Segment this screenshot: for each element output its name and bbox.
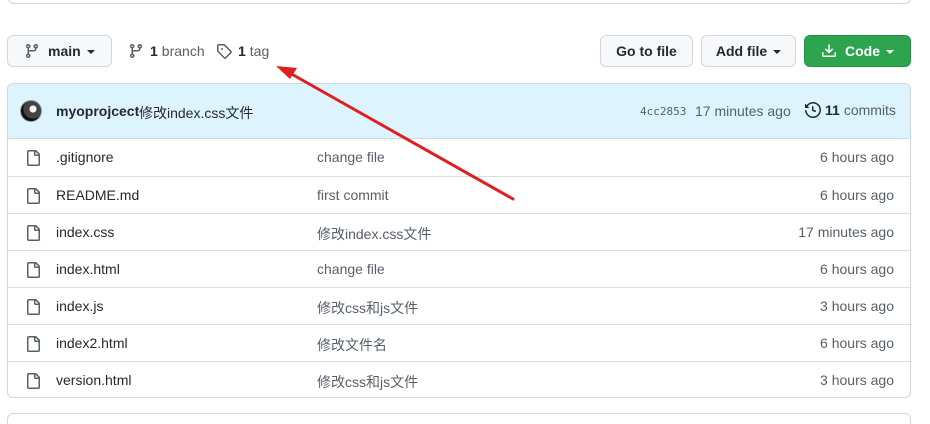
- file-icon: [25, 225, 41, 246]
- branch-select-button[interactable]: main: [7, 35, 112, 67]
- download-icon: [822, 44, 836, 57]
- file-icon: [25, 299, 41, 320]
- file-icon: [25, 373, 41, 394]
- file-commit-message[interactable]: 修改文件名: [317, 335, 387, 355]
- go-to-file-button[interactable]: Go to file: [600, 35, 693, 67]
- file-list: .gitignore change file 6 hours ago README.m…: [8, 139, 910, 397]
- git-branch-icon: [25, 44, 38, 59]
- file-name[interactable]: index.js: [56, 298, 103, 314]
- commit-author[interactable]: myoprojcect: [56, 103, 139, 119]
- file-icon: [25, 262, 41, 283]
- file-commit-message[interactable]: first commit: [317, 187, 389, 203]
- git-branch-icon: [129, 44, 142, 59]
- commit-sha[interactable]: 4cc2853: [640, 105, 686, 118]
- tag-icon: [217, 44, 232, 59]
- file-commit-message[interactable]: change file: [317, 149, 385, 165]
- file-browser: myoprojcect 修改index.css文件 4cc2853 17 min…: [7, 83, 911, 398]
- file-commit-message[interactable]: change file: [317, 261, 385, 277]
- commits-label: commits: [843, 102, 896, 118]
- file-row[interactable]: index2.html 修改文件名 6 hours ago: [8, 324, 910, 361]
- chevron-down-icon: [886, 50, 894, 54]
- code-label: Code: [845, 43, 880, 59]
- file-name[interactable]: .gitignore: [56, 149, 114, 165]
- commit-time: 17 minutes ago: [695, 103, 791, 119]
- tags-count: 1: [238, 43, 246, 59]
- chevron-down-icon: [86, 50, 95, 54]
- commits-count: 11: [825, 102, 840, 118]
- previous-panel-edge: [8, 0, 911, 4]
- file-commit-time: 6 hours ago: [820, 335, 894, 351]
- file-name[interactable]: index.css: [56, 224, 114, 240]
- file-name[interactable]: version.html: [56, 372, 131, 388]
- add-file-label: Add file: [715, 43, 768, 59]
- file-row[interactable]: index.js 修改css和js文件 3 hours ago: [8, 287, 910, 324]
- history-icon: [805, 102, 821, 118]
- file-commit-message[interactable]: 修改index.css文件: [317, 224, 431, 244]
- branches-link[interactable]: 1 branch: [128, 40, 205, 62]
- file-icon: [25, 150, 41, 171]
- code-button[interactable]: Code: [804, 35, 911, 67]
- file-row[interactable]: version.html 修改css和js文件 3 hours ago: [8, 361, 910, 397]
- commits-history-link[interactable]: 11 commits: [805, 102, 896, 118]
- file-name[interactable]: index.html: [56, 261, 120, 277]
- branches-count: 1: [150, 43, 158, 59]
- file-commit-message[interactable]: 修改css和js文件: [317, 372, 418, 392]
- file-commit-time: 6 hours ago: [820, 261, 894, 277]
- branches-label: branch: [161, 43, 205, 59]
- file-commit-message[interactable]: 修改css和js文件: [317, 298, 418, 318]
- tags-label: tag: [249, 43, 270, 59]
- file-commit-time: 6 hours ago: [820, 149, 894, 165]
- file-commit-time: 17 minutes ago: [798, 224, 894, 240]
- file-commit-time: 3 hours ago: [820, 372, 894, 388]
- chevron-down-icon: [773, 50, 782, 54]
- file-commit-time: 6 hours ago: [820, 187, 894, 203]
- file-row[interactable]: .gitignore change file 6 hours ago: [8, 139, 910, 176]
- branch-name: main: [48, 43, 81, 59]
- readme-panel-edge: [7, 413, 911, 424]
- avatar[interactable]: [20, 100, 42, 122]
- file-row[interactable]: README.md first commit 6 hours ago: [8, 176, 910, 213]
- commit-message[interactable]: 修改index.css文件: [139, 103, 253, 123]
- latest-commit-banner: myoprojcect 修改index.css文件 4cc2853 17 min…: [8, 84, 910, 139]
- file-icon: [25, 188, 41, 209]
- file-row[interactable]: index.css 修改index.css文件 17 minutes ago: [8, 213, 910, 250]
- file-icon: [25, 336, 41, 357]
- add-file-button[interactable]: Add file: [701, 35, 796, 67]
- file-row[interactable]: index.html change file 6 hours ago: [8, 250, 910, 287]
- file-name[interactable]: index2.html: [56, 335, 128, 351]
- file-name[interactable]: README.md: [56, 187, 139, 203]
- file-commit-time: 3 hours ago: [820, 298, 894, 314]
- tags-link[interactable]: 1 tag: [216, 40, 269, 62]
